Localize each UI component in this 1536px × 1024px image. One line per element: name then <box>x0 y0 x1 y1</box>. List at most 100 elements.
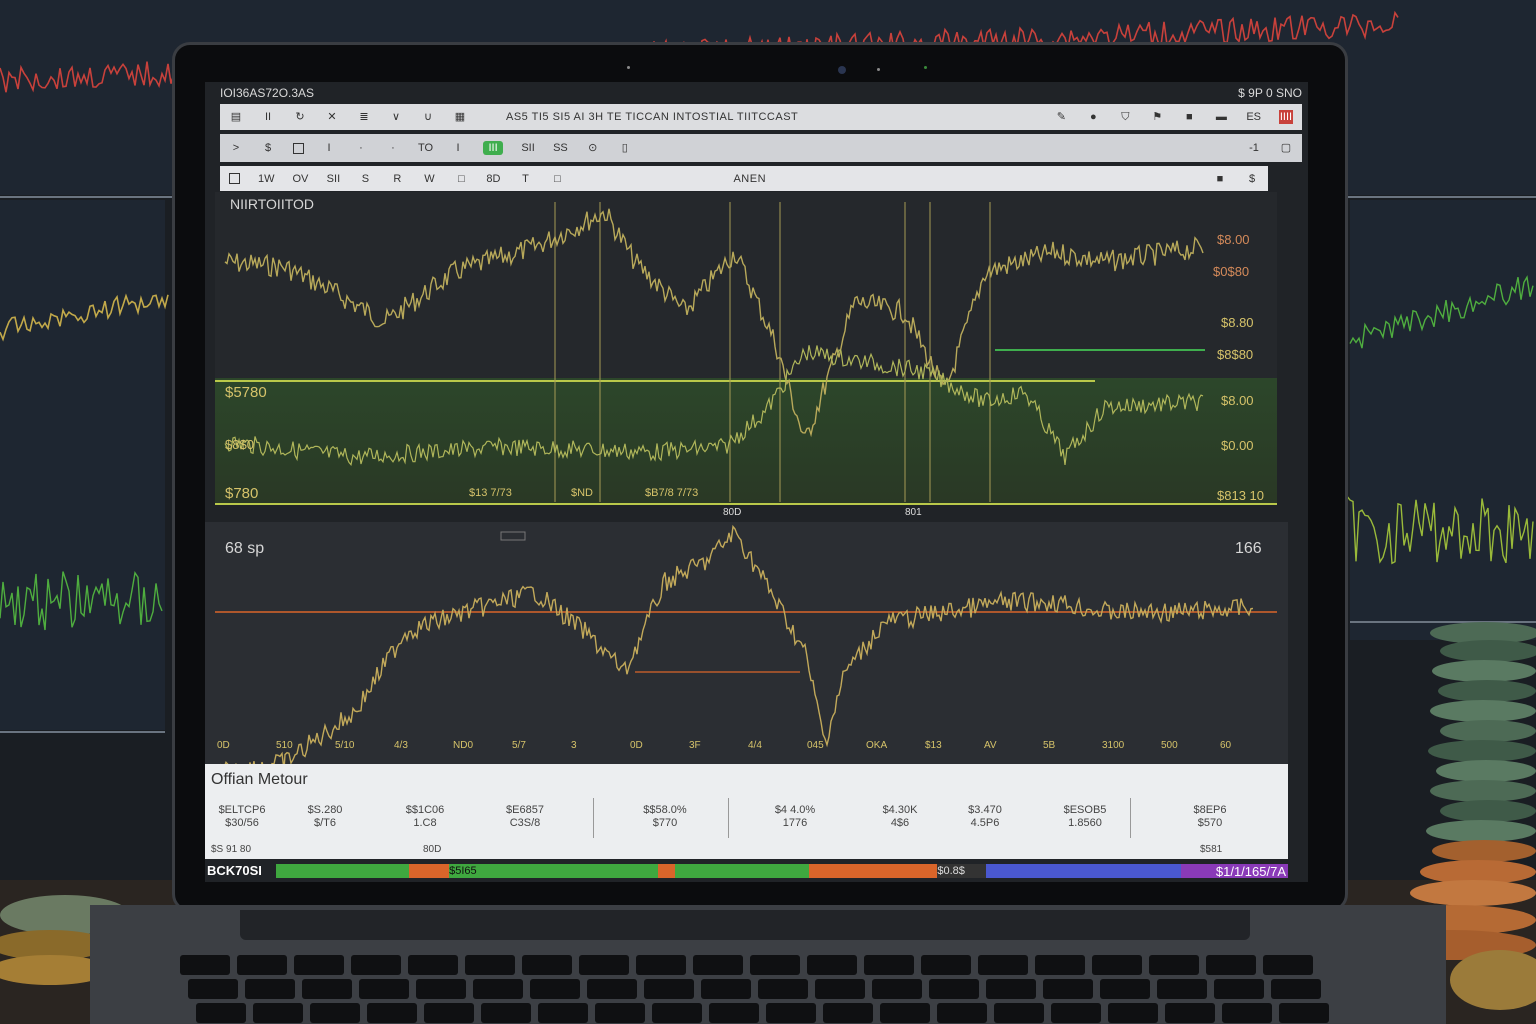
tb3-item-5[interactable]: W <box>422 172 436 186</box>
keyboard-key[interactable] <box>367 1003 417 1023</box>
keyboard-key[interactable] <box>986 979 1036 999</box>
keyboard-key[interactable] <box>758 979 808 999</box>
keyboard-key[interactable] <box>595 1003 645 1023</box>
keyboard-key[interactable] <box>530 979 580 999</box>
tb2-expand-icon[interactable]: ▢ <box>1279 141 1293 155</box>
keyboard-key[interactable] <box>408 955 458 975</box>
keyboard-key[interactable] <box>579 955 629 975</box>
tb3-item-7[interactable]: 8D <box>486 172 500 186</box>
tb3-item-2[interactable]: SII <box>326 172 340 186</box>
tb2-icon-c[interactable]: SS <box>553 141 568 155</box>
keyboard-key[interactable] <box>994 1003 1044 1023</box>
keyboard-key[interactable] <box>1279 1003 1329 1023</box>
down-icon[interactable]: ∨ <box>389 110 403 124</box>
shield-icon[interactable]: ⛉ <box>1118 110 1132 124</box>
keyboard-key[interactable] <box>522 955 572 975</box>
keyboard-key[interactable] <box>1157 979 1207 999</box>
keyboard-key[interactable] <box>652 1003 702 1023</box>
tb2-item-5[interactable]: · <box>386 141 400 155</box>
keyboard-key[interactable] <box>880 1003 930 1023</box>
keyboard-key[interactable] <box>587 979 637 999</box>
keyboard-key[interactable] <box>1222 1003 1272 1023</box>
keyboard-key[interactable] <box>188 979 238 999</box>
circle-icon[interactable]: ● <box>1086 110 1100 124</box>
tb2-item-6[interactable]: TO <box>418 141 433 155</box>
keyboard-key[interactable] <box>1100 979 1150 999</box>
keyboard-key[interactable] <box>424 1003 474 1023</box>
flag-icon[interactable]: ⚑ <box>1150 110 1164 124</box>
keyboard-key[interactable] <box>1043 979 1093 999</box>
tb3-right-0[interactable]: ■ <box>1213 172 1227 186</box>
keyboard-key[interactable] <box>1149 955 1199 975</box>
keyboard-key[interactable] <box>294 955 344 975</box>
settings-icon[interactable]: ⊙ <box>586 141 600 155</box>
keyboard-key[interactable] <box>1051 1003 1101 1023</box>
keyboard-key[interactable] <box>1206 955 1256 975</box>
keyboard-key[interactable] <box>929 979 979 999</box>
pause-icon[interactable]: II <box>261 110 275 124</box>
tb3-item-6[interactable]: □ <box>454 172 468 186</box>
menu-icon[interactable]: ▤ <box>229 110 243 124</box>
keyboard-key[interactable] <box>766 1003 816 1023</box>
tb2-green-button[interactable]: III <box>483 141 504 155</box>
keyboard-key[interactable] <box>872 979 922 999</box>
tb2-item-3[interactable]: I <box>322 141 336 155</box>
keyboard-key[interactable] <box>1035 955 1085 975</box>
keyboard-key[interactable] <box>359 979 409 999</box>
tb2-item-1[interactable]: $ <box>261 141 275 155</box>
keyboard-key[interactable] <box>1108 1003 1158 1023</box>
keyboard-key[interactable] <box>1092 955 1142 975</box>
tb2-item-7[interactable]: I <box>451 141 465 155</box>
keyboard-key[interactable] <box>351 955 401 975</box>
keyboard-key[interactable] <box>237 955 287 975</box>
keyboard-key[interactable] <box>302 979 352 999</box>
keyboard-key[interactable] <box>750 955 800 975</box>
pencil-icon[interactable]: ✎ <box>1054 110 1068 124</box>
keyboard-key[interactable] <box>465 955 515 975</box>
keyboard-key[interactable] <box>815 979 865 999</box>
tb2-square-icon[interactable] <box>293 142 304 154</box>
tb3-item-1[interactable]: OV <box>293 172 309 186</box>
keyboard-key[interactable] <box>245 979 295 999</box>
chart-area[interactable] <box>205 192 1308 792</box>
keyboard-key[interactable] <box>416 979 466 999</box>
tb2-item-0[interactable]: > <box>229 141 243 155</box>
keyboard-key[interactable] <box>709 1003 759 1023</box>
keyboard-key[interactable] <box>823 1003 873 1023</box>
keyboard-key[interactable] <box>196 1003 246 1023</box>
tb3-item-0[interactable]: 1W <box>258 172 275 186</box>
cross-icon[interactable]: ✕ <box>325 110 339 124</box>
close-button[interactable]: IIII <box>1279 110 1293 124</box>
keyboard-key[interactable] <box>481 1003 531 1023</box>
keyboard-key[interactable] <box>1271 979 1321 999</box>
keyboard-key[interactable] <box>978 955 1028 975</box>
tb3-item-8[interactable]: T <box>518 172 532 186</box>
keyboard-key[interactable] <box>253 1003 303 1023</box>
keyboard-key[interactable] <box>180 955 230 975</box>
tb2-right-label[interactable]: -1 <box>1247 141 1261 155</box>
tb3-item-3[interactable]: S <box>358 172 372 186</box>
document-icon[interactable]: ▯ <box>618 141 632 155</box>
tb3-item-9[interactable]: □ <box>550 172 564 186</box>
grid-icon[interactable]: ▦ <box>453 110 467 124</box>
keyboard-key[interactable] <box>864 955 914 975</box>
tb3-right-1[interactable]: $ <box>1245 172 1259 186</box>
undo-icon[interactable]: ∪ <box>421 110 435 124</box>
tb2-item-4[interactable]: · <box>354 141 368 155</box>
keyboard-key[interactable] <box>937 1003 987 1023</box>
keyboard-key[interactable] <box>310 1003 360 1023</box>
keyboard-key[interactable] <box>644 979 694 999</box>
keyboard-key[interactable] <box>473 979 523 999</box>
square-icon[interactable]: ■ <box>1182 110 1196 124</box>
tb3-square-icon[interactable] <box>229 173 240 184</box>
tb2-icon-b[interactable]: SII <box>521 141 535 155</box>
tb3-item-4[interactable]: R <box>390 172 404 186</box>
keyboard-key[interactable] <box>1214 979 1264 999</box>
toolbar-right-label[interactable]: ES <box>1246 110 1261 124</box>
keyboard-key[interactable] <box>921 955 971 975</box>
keyboard-key[interactable] <box>807 955 857 975</box>
keyboard-key[interactable] <box>538 1003 588 1023</box>
keyboard-key[interactable] <box>1263 955 1313 975</box>
bag-icon[interactable]: ▬ <box>1214 110 1228 124</box>
keyboard-key[interactable] <box>693 955 743 975</box>
